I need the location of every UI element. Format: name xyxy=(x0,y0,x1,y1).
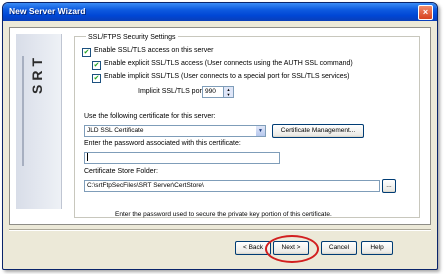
title-bar[interactable]: New Server Wizard × xyxy=(3,3,437,21)
enable-ssl-checkbox[interactable]: ✔ xyxy=(82,48,91,57)
implicit-ssl-label: Enable implicit SSL/TLS (User connects t… xyxy=(104,73,350,80)
wizard-content: SRT SSL/FTPS Security Settings ✔ Enable … xyxy=(9,27,431,225)
certificate-selected-value: JLD SSL Certificate xyxy=(87,127,144,134)
help-button[interactable]: Help xyxy=(361,241,393,255)
text-cursor xyxy=(87,153,88,162)
cert-store-field[interactable]: C:\srtFtpSecFiles\SRT Server\CertStore\ xyxy=(84,180,380,192)
close-icon[interactable]: × xyxy=(418,5,433,20)
implicit-port-label: Implicit SSL/TLS port: xyxy=(138,88,206,95)
implicit-port-value: 990 xyxy=(205,88,216,95)
ssl-group-title: SSL/FTPS Security Settings xyxy=(86,34,178,41)
next-button[interactable]: Next > xyxy=(273,241,309,255)
cancel-button[interactable]: Cancel xyxy=(321,241,357,255)
certificate-select[interactable]: JLD SSL Certificate ▼ xyxy=(84,125,266,137)
certificate-management-button[interactable]: Certificate Management... xyxy=(272,124,364,138)
explicit-ssl-checkbox[interactable]: ✔ xyxy=(92,61,101,70)
back-button[interactable]: < Back xyxy=(235,241,271,255)
logo-text: SRT xyxy=(29,54,45,94)
cert-store-value: C:\srtFtpSecFiles\SRT Server\CertStore\ xyxy=(87,182,204,189)
cert-store-label: Certificate Store Folder: xyxy=(84,168,158,175)
wizard-window: New Server Wizard × SRT SSL/FTPS Securit… xyxy=(2,2,438,270)
implicit-ssl-checkbox[interactable]: ✔ xyxy=(92,74,101,83)
status-text: Enter the password used to secure the pr… xyxy=(115,211,332,218)
chevron-down-icon[interactable]: ▼ xyxy=(256,126,265,136)
port-spinner[interactable]: ▲ ▼ xyxy=(223,87,233,97)
window-title: New Server Wizard xyxy=(9,6,86,16)
explicit-ssl-label: Enable explicit SSL/TLS access (User con… xyxy=(104,60,353,67)
enable-ssl-label: Enable SSL/TLS access on this server xyxy=(94,47,214,54)
implicit-port-input[interactable]: 990 ▲ ▼ xyxy=(202,86,234,98)
browse-button[interactable]: ... xyxy=(382,179,396,193)
password-label: Enter the password associated with this … xyxy=(84,140,241,147)
certificate-label: Use the following certificate for this s… xyxy=(84,113,216,120)
password-field[interactable] xyxy=(84,152,280,164)
logo-banner: SRT xyxy=(16,34,62,209)
button-separator xyxy=(9,229,431,231)
